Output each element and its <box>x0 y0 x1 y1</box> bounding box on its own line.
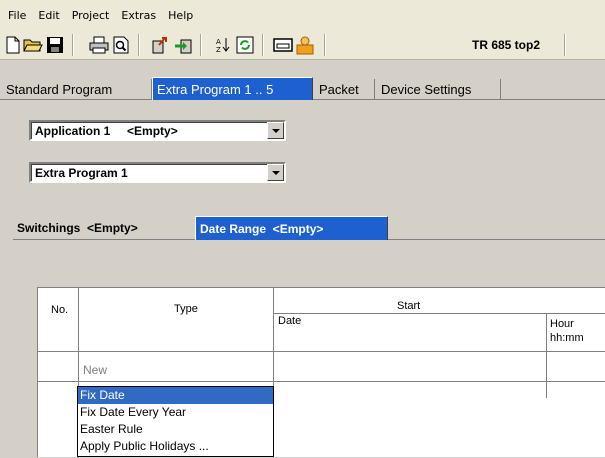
download-icon[interactable] <box>172 34 194 56</box>
menu-help[interactable]: Help <box>162 9 199 22</box>
main-tab-strip: Standard Program Extra Program 1 .. 5 Pa… <box>0 76 605 100</box>
column-header-date[interactable]: Date <box>278 315 301 327</box>
save-icon[interactable] <box>44 34 66 56</box>
menu-edit[interactable]: Edit <box>32 9 65 22</box>
print-preview-icon[interactable] <box>110 34 132 56</box>
menu-file[interactable]: File <box>2 9 32 22</box>
tab-device-settings[interactable]: Device Settings <box>377 79 501 100</box>
window-icon[interactable] <box>272 34 294 56</box>
column-header-hour[interactable]: Hour <box>550 318 574 330</box>
sub-tab-strip: Switchings <Empty> Date Range <Empty> <box>13 214 605 240</box>
option-easter-rule[interactable]: Easter Rule <box>78 421 273 438</box>
column-header-hour-format: hh:mm <box>550 332 584 344</box>
application-select[interactable]: Application 1 <Empty> <box>29 120 286 141</box>
option-fix-date-every-year[interactable]: Fix Date Every Year <box>78 404 273 421</box>
menu-extras[interactable]: Extras <box>115 9 162 22</box>
tab-switchings[interactable]: Switchings <Empty> <box>13 216 193 240</box>
column-header-type[interactable]: Type <box>174 303 198 315</box>
option-fix-date[interactable]: Fix Date <box>78 387 273 404</box>
new-file-icon[interactable] <box>2 34 24 56</box>
option-apply-public-holidays[interactable]: Apply Public Holidays ... <box>78 438 273 455</box>
upload-icon[interactable] <box>150 34 172 56</box>
column-header-start[interactable]: Start <box>397 300 420 312</box>
column-header-no[interactable]: No. <box>51 304 68 316</box>
svg-text:Z: Z <box>216 46 221 54</box>
extra-program-select[interactable]: Extra Program 1 <box>29 162 286 183</box>
user-icon[interactable] <box>294 34 316 56</box>
menu-bar: File Edit Project Extras Help <box>0 0 605 30</box>
toolbar: AZ TR 685 top2 <box>0 30 605 60</box>
new-row-cell[interactable]: New <box>83 363 107 377</box>
open-folder-icon[interactable] <box>22 34 44 56</box>
tab-standard-program[interactable]: Standard Program <box>2 79 152 100</box>
type-dropdown-list[interactable]: Fix Date Fix Date Every Year Easter Rule… <box>77 386 274 457</box>
extra-program-select-value: Extra Program 1 <box>35 165 128 180</box>
sort-icon[interactable]: AZ <box>212 34 234 56</box>
menu-project[interactable]: Project <box>66 9 116 22</box>
device-title: TR 685 top2 <box>472 38 541 52</box>
tab-extra-program[interactable]: Extra Program 1 .. 5 <box>152 77 313 100</box>
tab-packet[interactable]: Packet <box>315 79 375 100</box>
print-icon[interactable] <box>88 34 110 56</box>
svg-text:A: A <box>216 38 221 46</box>
chevron-down-icon[interactable] <box>267 122 284 139</box>
application-select-value: Application 1 <Empty> <box>35 123 178 138</box>
refresh-icon[interactable] <box>234 34 256 56</box>
tab-date-range[interactable]: Date Range <Empty> <box>195 216 388 240</box>
chevron-down-icon[interactable] <box>267 164 284 181</box>
